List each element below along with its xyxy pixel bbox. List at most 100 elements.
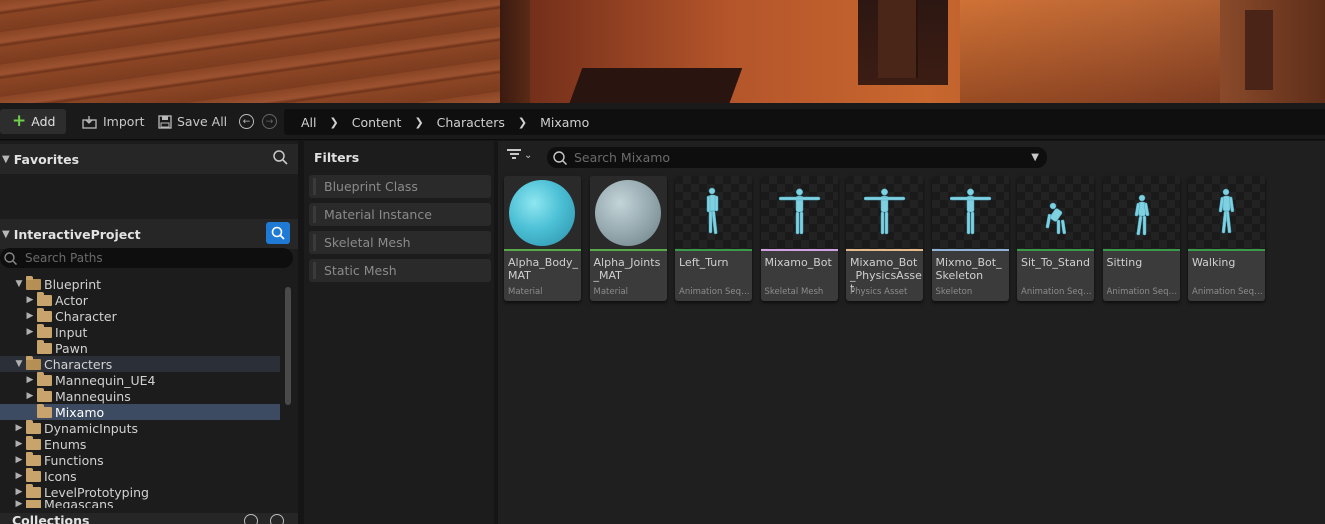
favorites-header[interactable]: ▼ Favorites xyxy=(0,144,298,174)
breadcrumb-item[interactable]: Mixamo xyxy=(534,115,595,130)
tree-item-mannequins[interactable]: ▶ Mannequins xyxy=(0,387,280,404)
chevron-right-icon[interactable]: ❯ xyxy=(407,116,430,129)
tree-item-label: Icons xyxy=(44,468,77,484)
caret-right-icon[interactable]: ▶ xyxy=(14,500,24,508)
asset-name: Sit_To_Stand xyxy=(1021,256,1090,269)
mannequin-thumbnail xyxy=(1102,176,1180,249)
tree-item-label: Enums xyxy=(44,436,87,452)
caret-right-icon[interactable]: ▶ xyxy=(14,455,24,465)
asset-tile[interactable]: Alpha_Joints_MAT Material xyxy=(589,176,667,301)
caret-right-icon[interactable]: ▶ xyxy=(25,327,35,337)
tree-scrollbar[interactable] xyxy=(285,287,291,405)
folder-open-icon xyxy=(26,275,41,290)
favorites-title: Favorites xyxy=(13,151,80,167)
asset-tile[interactable]: Mixmo_Bot_Skeleton Skeleton xyxy=(931,176,1009,301)
import-icon xyxy=(82,115,97,129)
tree-item-input[interactable]: ▶ Input xyxy=(0,323,280,340)
asset-name: Alpha_Body_MAT xyxy=(508,256,579,282)
tree-item-mannequin-ue4[interactable]: ▶ Mannequin_UE4 xyxy=(0,371,280,388)
collections-header[interactable]: Collections xyxy=(0,513,298,524)
asset-view: ⌄ Search Mixamo ▼ Alpha_Body_MAT Material… xyxy=(498,141,1325,524)
tree-item-pawn[interactable]: Pawn xyxy=(0,339,280,356)
breadcrumb-item[interactable]: Content xyxy=(346,115,408,130)
caret-right-icon[interactable]: ▶ xyxy=(14,439,24,449)
tree-item-blueprint[interactable]: ▼ Blueprint xyxy=(0,275,280,292)
filter-dropdown[interactable]: ⌄ xyxy=(507,149,532,161)
import-label: Import xyxy=(103,114,145,129)
tree-item-levelprototyping[interactable]: ▶ LevelPrototyping xyxy=(0,483,280,500)
caret-right-icon[interactable]: ▶ xyxy=(14,487,24,497)
tree-item-label: Mannequin_UE4 xyxy=(55,372,156,388)
asset-type: Material xyxy=(508,287,543,297)
tree-item-characters[interactable]: ▼ Characters xyxy=(0,355,280,372)
asset-tile[interactable]: Mixamo_Bot Skeletal Mesh xyxy=(760,176,838,301)
material-sphere xyxy=(509,180,575,246)
path-search-toggle[interactable] xyxy=(266,222,290,244)
caret-right-icon[interactable]: ▶ xyxy=(25,311,35,321)
asset-tile[interactable]: Left_Turn Animation Sequence xyxy=(675,176,752,301)
chevron-right-icon[interactable]: ❯ xyxy=(323,116,346,129)
project-header[interactable]: ▼ InteractiveProject xyxy=(0,219,298,249)
caret-right-icon[interactable]: ▶ xyxy=(25,375,35,385)
asset-tile[interactable]: Mixamo_Bot_PhysicsAsset Physics Asset xyxy=(846,176,923,301)
add-collection-icon[interactable] xyxy=(244,514,258,524)
save-all-button[interactable]: Save All xyxy=(152,109,233,134)
save-icon xyxy=(158,114,172,129)
caret-right-icon[interactable]: ▶ xyxy=(14,423,24,433)
tree-item-label: Actor xyxy=(55,292,88,308)
caret-right-icon[interactable]: ▶ xyxy=(14,471,24,481)
caret-right-icon[interactable]: ▶ xyxy=(25,295,35,305)
tree-item-dynamicinputs[interactable]: ▶ DynamicInputs xyxy=(0,419,280,436)
tree-item-label: Mannequins xyxy=(55,388,131,404)
viewport-wood-wall xyxy=(0,0,505,103)
level-viewport[interactable] xyxy=(0,0,1325,103)
breadcrumb-item[interactable]: Characters xyxy=(431,115,511,130)
tree-item-enums[interactable]: ▶ Enums xyxy=(0,435,280,452)
asset-search-input[interactable]: Search Mixamo ▼ xyxy=(547,147,1047,168)
chevron-right-icon[interactable]: ❯ xyxy=(511,116,534,129)
viewport-rock xyxy=(567,68,743,103)
search-icon xyxy=(553,150,567,165)
breadcrumb-item[interactable]: All xyxy=(295,115,323,130)
asset-tile[interactable]: Walking Animation Sequence xyxy=(1188,176,1265,301)
tree-item-label: Megascans xyxy=(44,500,114,508)
search-paths-input[interactable]: Search Paths xyxy=(0,248,293,268)
filter-material-instance[interactable]: Material Instance xyxy=(309,203,491,226)
tree-item-icons[interactable]: ▶ Icons xyxy=(0,467,280,484)
chevron-down-icon[interactable]: ▼ xyxy=(1031,152,1039,163)
mannequin-thumbnail xyxy=(675,176,752,249)
mannequin-figure-icon xyxy=(1134,194,1149,236)
folder-icon xyxy=(26,467,41,482)
caret-right-icon[interactable]: ▶ xyxy=(25,391,35,401)
asset-tile[interactable]: Sitting Animation Sequence xyxy=(1102,176,1180,301)
caret-down-icon[interactable]: ▼ xyxy=(14,359,24,369)
tree-item-actor[interactable]: ▶ Actor xyxy=(0,291,280,308)
search-icon[interactable] xyxy=(273,150,288,168)
filter-blueprint-class[interactable]: Blueprint Class xyxy=(309,175,491,198)
tree-item-megascans[interactable]: ▶ Megascans xyxy=(0,500,280,508)
tree-item-label: Characters xyxy=(44,356,113,372)
asset-type-color-bar xyxy=(1102,249,1180,251)
tree-item-functions[interactable]: ▶ Functions xyxy=(0,451,280,468)
forward-button[interactable]: → xyxy=(256,109,283,134)
import-button[interactable]: Import xyxy=(76,109,151,134)
project-title: InteractiveProject xyxy=(13,226,141,242)
asset-type: Skeletal Mesh xyxy=(764,287,824,297)
tree-item-mixamo[interactable]: Mixamo xyxy=(0,403,280,420)
asset-tile[interactable]: Alpha_Body_MAT Material xyxy=(504,176,581,301)
asset-type-color-bar xyxy=(931,249,1009,251)
search-paths-placeholder: Search Paths xyxy=(25,251,103,265)
asset-type-color-bar xyxy=(504,249,581,251)
add-button[interactable]: + Add xyxy=(0,109,66,134)
mannequin-figure-icon xyxy=(706,187,719,235)
filter-static-mesh[interactable]: Static Mesh xyxy=(309,259,491,282)
tree-item-label: Character xyxy=(55,308,117,324)
mannequin-thumbnail xyxy=(931,176,1009,249)
collections-title: Collections xyxy=(12,513,90,524)
tree-item-character[interactable]: ▶ Character xyxy=(0,307,280,324)
filter-skeletal-mesh[interactable]: Skeletal Mesh xyxy=(309,231,491,254)
mannequin-figure-icon xyxy=(778,188,820,235)
caret-down-icon[interactable]: ▼ xyxy=(14,279,24,289)
asset-tile[interactable]: Sit_To_Stand Animation Sequence xyxy=(1017,176,1094,301)
search-icon[interactable] xyxy=(270,514,284,524)
